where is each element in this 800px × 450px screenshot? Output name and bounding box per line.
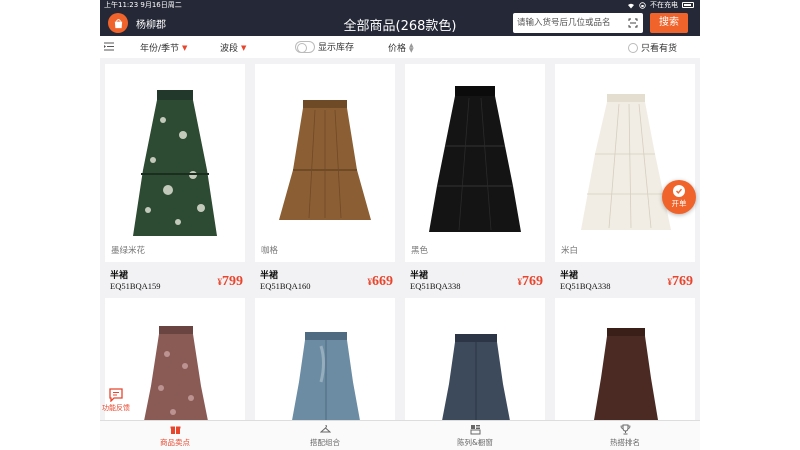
show-stock-label: 显示库存 xyxy=(318,43,355,53)
product-image xyxy=(255,70,395,262)
product-code: EQ51BQA160 xyxy=(260,281,311,291)
product-info: 半裙 EQ51BQA338 ¥769 xyxy=(405,262,545,298)
product-price: ¥799 xyxy=(217,274,244,289)
filter-wave-label: 波段 xyxy=(220,44,239,54)
sort-icon: ▲ ▼ xyxy=(409,41,414,54)
skirt-image xyxy=(144,326,208,420)
only-in-stock-radio[interactable] xyxy=(628,42,638,53)
filter-wave[interactable]: 波段 ▼ xyxy=(220,41,247,55)
filter-price-label: 价格 xyxy=(388,44,407,54)
bottom-tab-bar: 商品卖点 搭配组合 陈列&橱窗 热搭排名 xyxy=(100,420,700,450)
top-nav: 杨柳郡 全部商品(268款色) 搜索 xyxy=(100,10,700,36)
product-card[interactable] xyxy=(255,298,395,420)
product-image xyxy=(555,304,695,420)
skirt-image xyxy=(133,90,217,236)
feedback-label: 功能反馈 xyxy=(102,404,130,412)
product-card[interactable] xyxy=(555,298,695,420)
skirt-image xyxy=(581,94,671,230)
product-category: 半裙 xyxy=(560,271,579,281)
list-icon xyxy=(104,42,114,51)
gift-icon xyxy=(170,426,180,434)
product-price: ¥669 xyxy=(367,274,394,289)
dropdown-triangle-icon: ▼ xyxy=(182,43,188,52)
product-card[interactable]: 墨绿米花 半裙 EQ51BQA159 ¥799 xyxy=(105,64,245,298)
product-code: EQ51BQA338 xyxy=(560,281,611,291)
dropdown-triangle-icon: ▼ xyxy=(241,43,247,52)
product-color: 咖格 xyxy=(261,246,279,256)
check-icon xyxy=(673,185,685,197)
product-category: 半裙 xyxy=(260,271,279,281)
create-order-button[interactable]: 开单 xyxy=(662,180,696,214)
filter-season-label: 年份/季节 xyxy=(140,44,180,54)
product-category: 半裙 xyxy=(110,271,129,281)
search-button[interactable]: 搜索 xyxy=(650,13,688,33)
layout-icon xyxy=(470,425,480,435)
product-card[interactable]: 黑色 半裙 EQ51BQA338 ¥769 xyxy=(405,64,545,298)
feedback-button[interactable]: 功能反馈 xyxy=(100,388,132,418)
tab-selling-points[interactable]: 商品卖点 xyxy=(100,424,250,448)
product-card[interactable]: 咖格 半裙 EQ51BQA160 ¥669 xyxy=(255,64,395,298)
product-image xyxy=(105,70,245,262)
product-category: 半裙 xyxy=(410,271,429,281)
product-color: 黑色 xyxy=(411,246,429,256)
product-grid: 墨绿米花 半裙 EQ51BQA159 ¥799 咖格 半裙 EQ51BQA160 xyxy=(100,58,700,420)
filter-show-stock[interactable]: 显示库存 xyxy=(295,40,354,53)
search-box xyxy=(513,13,643,33)
tab-display-window[interactable]: 陈列&橱窗 xyxy=(400,424,550,448)
product-info: 半裙 EQ51BQA159 ¥799 xyxy=(105,262,245,298)
status-time-date: 上午11:23 9月16日周二 xyxy=(104,1,182,9)
lock-rotation-icon xyxy=(639,1,646,9)
product-image xyxy=(555,70,695,262)
product-info: 半裙 EQ51BQA160 ¥669 xyxy=(255,262,395,298)
product-color: 墨绿米花 xyxy=(111,246,146,256)
create-order-label: 开单 xyxy=(671,199,687,208)
filter-price[interactable]: 价格 ▲ ▼ xyxy=(388,41,414,54)
filter-season[interactable]: 年份/季节 ▼ xyxy=(140,41,188,55)
scan-icon[interactable] xyxy=(628,18,638,28)
skirt-image xyxy=(442,334,510,420)
tab-outfit-combos[interactable]: 搭配组合 xyxy=(250,424,400,448)
filter-bar: 年份/季节 ▼ 波段 ▼ 显示库存 价格 ▲ ▼ 只看有货 xyxy=(100,36,700,58)
tab-label: 商品卖点 xyxy=(160,438,190,447)
device-screen: 上午11:23 9月16日周二 不在充电 杨柳郡 全部商品(268款色) 搜索 … xyxy=(100,0,700,450)
skirt-image xyxy=(279,100,371,220)
product-code: EQ51BQA338 xyxy=(410,281,461,291)
product-image xyxy=(405,304,545,420)
chat-feedback-icon xyxy=(109,388,123,402)
hanger-icon xyxy=(319,425,331,433)
skirt-image xyxy=(429,86,521,232)
tab-label: 陈列&橱窗 xyxy=(457,438,493,447)
product-code: EQ51BQA159 xyxy=(110,281,161,291)
trophy-icon xyxy=(620,424,630,435)
tab-label: 热搭排名 xyxy=(610,438,640,447)
product-price: ¥769 xyxy=(517,274,544,289)
product-price: ¥769 xyxy=(667,274,694,289)
product-card[interactable] xyxy=(405,298,545,420)
skirt-image xyxy=(292,332,360,420)
charging-status: 不在充电 xyxy=(650,1,678,9)
wifi-icon xyxy=(628,3,634,8)
product-image xyxy=(405,70,545,262)
battery-icon xyxy=(682,2,694,8)
status-right: 不在充电 xyxy=(627,0,694,10)
only-in-stock-label: 只看有货 xyxy=(641,44,678,54)
list-toggle[interactable] xyxy=(104,42,114,51)
status-bar: 上午11:23 9月16日周二 不在充电 xyxy=(100,0,700,10)
product-color: 米白 xyxy=(561,246,579,256)
tab-label: 搭配组合 xyxy=(310,438,340,447)
filter-only-in-stock[interactable]: 只看有货 xyxy=(628,41,677,54)
tab-hot-ranking[interactable]: 热搭排名 xyxy=(550,424,700,448)
skirt-image xyxy=(594,328,658,420)
product-info: 半裙 EQ51BQA338 ¥769 xyxy=(555,262,695,298)
product-image xyxy=(255,304,395,420)
search-input[interactable] xyxy=(517,16,625,30)
show-stock-toggle[interactable] xyxy=(295,40,315,53)
